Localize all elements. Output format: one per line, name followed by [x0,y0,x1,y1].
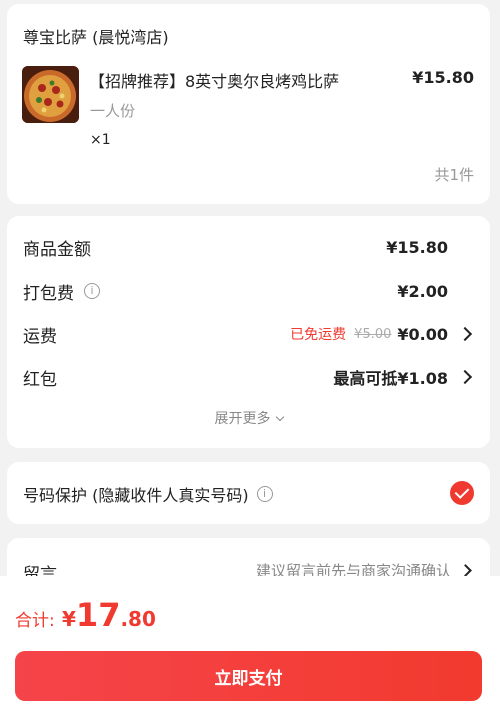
number-protection-checkbox[interactable] [450,481,474,505]
goods-amount-label: 商品金额 [23,239,91,260]
checkout-bar: 合计: ¥17.80 立即支付 [0,576,500,714]
chevron-right-icon[interactable] [457,326,473,342]
item-quantity: ×1 [90,132,111,148]
goods-amount-value: ¥15.80 [386,237,448,257]
total-amount: ¥17.80 [62,596,156,634]
total-integer: 17 [75,596,121,634]
cost-breakdown-card: 商品金额 ¥15.80 打包费 i ¥2.00 运费 已免运费 ¥5.00 ¥0… [7,216,490,448]
expand-more-label: 展开更多 [214,411,271,427]
delivery-original-price: ¥5.00 [354,326,392,342]
red-packet-label: 红包 [23,369,57,390]
info-icon[interactable]: i [256,486,273,502]
delivery-fee-label: 运费 [23,326,57,347]
pizza-thumbnail[interactable] [22,66,79,123]
number-protection-card: 号码保护 (隐藏收件人真实号码) i [7,462,490,524]
red-packet-row[interactable]: 红包 最高可抵¥1.08 [23,365,474,390]
item-count: 共1件 [434,166,474,184]
pay-now-button[interactable]: 立即支付 [15,651,482,701]
total-label: 合计: [15,611,55,631]
expand-more-button[interactable]: 展开更多 [7,408,490,428]
chevron-right-icon[interactable] [459,564,472,577]
free-delivery-tag: 已免运费 [290,327,347,343]
order-item-card: 尊宝比萨 (晨悦湾店) 【招牌推荐】8英寸奥尔良烤鸡比萨 ¥15.80 一人份 … [7,4,490,204]
total-decimal: .80 [120,607,156,631]
info-icon[interactable]: i [84,283,100,299]
red-packet-value: 最高可抵¥1.08 [333,369,448,388]
shop-name[interactable]: 尊宝比萨 (晨悦湾店) [23,24,169,48]
item-spec: 一人份 [90,102,136,120]
number-protection-label: 号码保护 (隐藏收件人真实号码) [23,486,249,505]
total-currency: ¥ [62,607,76,631]
packing-fee-label: 打包费 [23,283,74,304]
packing-fee-value: ¥2.00 [397,281,448,301]
chevron-right-icon[interactable] [457,369,473,385]
packing-fee-row: 打包费 i ¥2.00 [23,279,474,304]
item-title[interactable]: 【招牌推荐】8英寸奥尔良烤鸡比萨 [89,68,339,92]
item-price: ¥15.80 [412,68,474,87]
goods-amount-row: 商品金额 ¥15.80 [23,235,474,260]
delivery-fee-row[interactable]: 运费 已免运费 ¥5.00 ¥0.00 [23,322,474,347]
delivery-fee-value: ¥0.00 [397,324,448,344]
chevron-down-icon [275,412,284,422]
